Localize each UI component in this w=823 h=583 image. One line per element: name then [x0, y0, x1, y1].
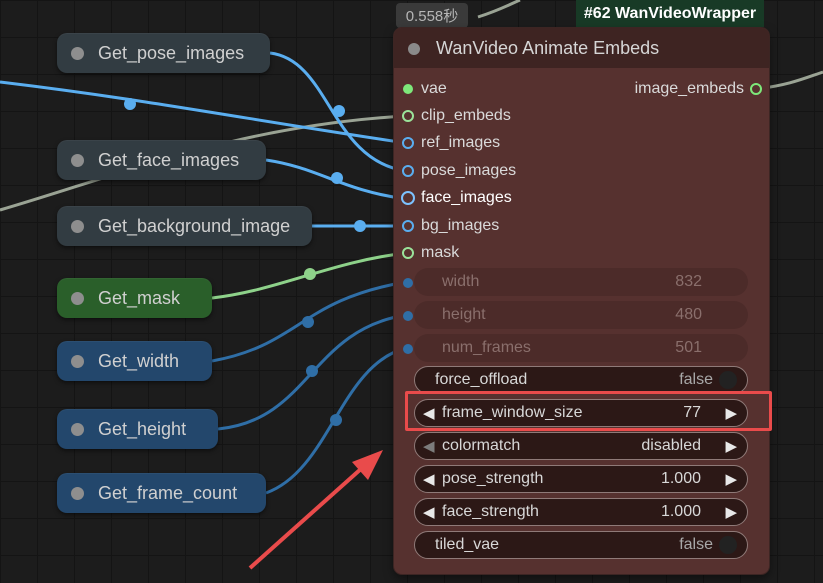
node-dot-icon: [71, 153, 84, 167]
get-width-node[interactable]: Get_width: [57, 341, 212, 381]
node-dot-icon: [71, 422, 84, 436]
reroute-dot: [354, 220, 366, 232]
node-dot-icon: [71, 291, 84, 305]
toggle-knob-icon[interactable]: [719, 536, 737, 554]
widget-label: num_frames: [442, 339, 531, 356]
node-dot-icon: [71, 219, 84, 233]
output-label-image-embeds: image_embeds: [634, 80, 744, 97]
input-label-bg-images: bg_images: [421, 217, 500, 234]
force-offload-toggle[interactable]: force_offload false: [414, 366, 748, 394]
decrement-arrow-icon[interactable]: ◀: [423, 503, 435, 521]
get-height-node[interactable]: Get_height: [57, 409, 218, 449]
get-background-image-node[interactable]: Get_background_image: [57, 206, 312, 246]
height-widget: height 480: [414, 301, 748, 329]
tiled-vae-toggle[interactable]: tiled_vae false: [414, 531, 748, 559]
tag-link: [477, 0, 521, 19]
annotation-arrow-line: [248, 466, 364, 570]
widget-label: width: [442, 273, 480, 290]
input-slot-bg-images[interactable]: [402, 220, 414, 232]
node-label: Get_pose_images: [98, 42, 245, 63]
input-slot-mask[interactable]: [402, 247, 414, 259]
input-label-ref-images: ref_images: [421, 134, 501, 151]
input-slot-height[interactable]: [403, 311, 413, 321]
node-label: Get_frame_count: [98, 482, 238, 503]
widget-value: 832: [675, 273, 702, 290]
input-slot-num-frames[interactable]: [403, 344, 413, 354]
widget-label: height: [442, 306, 486, 323]
execution-time-badge: 0.558秒: [396, 3, 468, 28]
node-dot-icon: [71, 486, 84, 500]
get-frame-count-node[interactable]: Get_frame_count: [57, 473, 266, 513]
output-slot-image-embeds[interactable]: [750, 83, 762, 95]
num-frames-widget: num_frames 501: [414, 334, 748, 362]
toggle-knob-icon[interactable]: [719, 371, 737, 389]
node-dot-icon: [71, 46, 84, 60]
input-slot-pose-images[interactable]: [402, 165, 414, 177]
widget-value: 480: [675, 306, 702, 323]
next-arrow-icon[interactable]: ▶: [725, 437, 737, 455]
node-title-bar[interactable]: WanVideo Animate Embeds: [394, 28, 769, 68]
get-face-images-node[interactable]: Get_face_images: [57, 140, 266, 180]
increment-arrow-icon[interactable]: ▶: [725, 503, 737, 521]
widget-label: colormatch: [442, 437, 521, 454]
widget-value: 501: [675, 339, 702, 356]
input-label-vae: vae: [421, 80, 447, 97]
input-slot-vae[interactable]: [403, 84, 413, 94]
width-widget: width 832: [414, 268, 748, 296]
node-label: Get_background_image: [98, 215, 291, 236]
widget-value: false: [679, 371, 713, 388]
face-strength-widget[interactable]: ◀ face_strength 1.000 ▶: [414, 498, 748, 526]
annotation-arrow-head: [352, 450, 383, 480]
colormatch-widget[interactable]: ◀ colormatch disabled ▶: [414, 432, 748, 460]
widget-label: force_offload: [435, 371, 528, 388]
widget-value: false: [679, 536, 713, 553]
reroute-dot: [330, 414, 342, 426]
reroute-dot: [304, 268, 316, 280]
annotation-highlight-box: [405, 391, 772, 431]
decrement-arrow-icon[interactable]: ◀: [423, 470, 435, 488]
input-label-pose-images: pose_images: [421, 162, 517, 179]
reroute-dot: [306, 365, 318, 377]
pose-strength-widget[interactable]: ◀ pose_strength 1.000 ▶: [414, 465, 748, 493]
node-label: Get_face_images: [98, 149, 240, 170]
increment-arrow-icon[interactable]: ▶: [725, 470, 737, 488]
reroute-dot: [124, 98, 136, 110]
node-title: WanVideo Animate Embeds: [436, 38, 660, 58]
node-id-tag: #62 WanVideoWrapper: [576, 0, 764, 27]
widget-value: 1.000: [660, 470, 701, 487]
widget-value: disabled: [641, 437, 701, 454]
previous-arrow-icon[interactable]: ◀: [423, 437, 435, 455]
node-label: Get_mask: [98, 287, 181, 308]
widget-label: pose_strength: [442, 470, 544, 487]
input-slot-face-images[interactable]: [401, 191, 415, 205]
node-dot-icon: [71, 354, 84, 368]
node-label: Get_height: [98, 418, 187, 439]
input-slot-width[interactable]: [403, 278, 413, 288]
reroute-dot: [302, 316, 314, 328]
reroute-dot: [333, 105, 345, 117]
collapse-dot-icon[interactable]: [408, 43, 420, 55]
node-label: Get_width: [98, 350, 180, 371]
input-slot-clip-embeds[interactable]: [402, 110, 414, 122]
widget-label: face_strength: [442, 503, 539, 520]
widget-value: 1.000: [660, 503, 701, 520]
ref-images-link: [0, 80, 407, 145]
reroute-dot: [331, 172, 343, 184]
get-mask-node[interactable]: Get_mask: [57, 278, 212, 318]
wanvideo-animate-embeds-node[interactable]: WanVideo Animate Embeds vae clip_embeds …: [394, 28, 769, 574]
input-label-face-images: face_images: [421, 189, 512, 206]
input-label-mask: mask: [421, 244, 460, 261]
input-label-clip-embeds: clip_embeds: [421, 107, 511, 124]
get-pose-images-node[interactable]: Get_pose_images: [57, 33, 270, 73]
widget-label: tiled_vae: [435, 536, 500, 553]
input-slot-ref-images[interactable]: [402, 137, 414, 149]
